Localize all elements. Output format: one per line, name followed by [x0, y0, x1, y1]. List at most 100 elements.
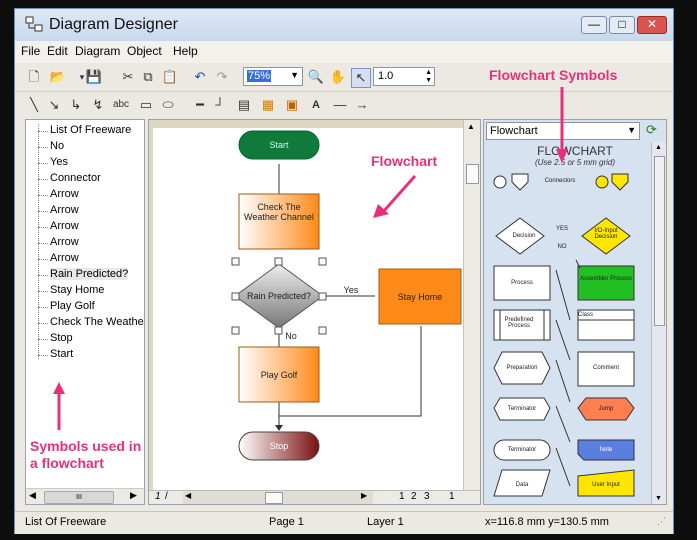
assembler-process-label: Assembler Process — [580, 276, 632, 282]
stop-shape-label[interactable]: Stop — [239, 441, 319, 451]
line-end-icon[interactable]: ┘ — [211, 96, 229, 114]
annotation-symbols-used: Symbols used in a flowchart — [30, 438, 142, 471]
stepper-arrows-icon[interactable]: ▲ ▼ — [425, 69, 432, 85]
yes-symbol-label: YES — [555, 226, 568, 232]
tree-item[interactable]: Check The Weather — [50, 316, 144, 328]
maximize-button[interactable]: □ — [609, 16, 635, 34]
scroll-down-icon[interactable]: ▼ — [655, 495, 662, 502]
redo-icon[interactable]: ↷ — [213, 68, 231, 86]
object-tree: List Of Freeware No Yes Connector Arrow … — [25, 119, 145, 505]
menu-object[interactable]: Object — [127, 44, 162, 58]
annotation-flowchart-symbols: Flowchart Symbols — [489, 67, 618, 83]
hand-icon[interactable]: ✋ — [329, 68, 347, 86]
page-tab-left[interactable]: 1 — [155, 491, 161, 502]
canvas-vertical-scrollbar[interactable]: ▲ — [463, 120, 480, 490]
menu-diagram[interactable]: Diagram — [75, 44, 120, 58]
tree-item[interactable]: Arrow — [50, 252, 79, 264]
tree-item[interactable]: Connector — [50, 172, 101, 184]
palette-subheading: (Use 2.5 or 5 mm grid) — [534, 158, 616, 167]
connector-tool-icon[interactable]: ↳ — [67, 96, 85, 114]
scroll-right-icon[interactable]: ▶ — [130, 490, 137, 501]
page-tab-3[interactable]: 3 — [424, 491, 430, 502]
palette-vertical-scrollbar[interactable]: ▲ ▼ — [651, 142, 666, 504]
arrow-style-icon[interactable]: → — [353, 96, 371, 114]
arrow-line-tool-icon[interactable]: ↘ — [45, 96, 63, 114]
tree-item[interactable]: No — [50, 140, 64, 152]
cut-icon[interactable]: ✂ — [119, 68, 137, 86]
line-width-stepper[interactable]: 1.0 ▲ ▼ — [373, 67, 435, 86]
page-tab-2[interactable]: 2 — [411, 491, 417, 502]
yes-label: Yes — [343, 285, 359, 295]
scroll-left-icon[interactable]: ◀ — [29, 490, 36, 501]
menu-file[interactable]: File — [21, 44, 40, 58]
tree-item[interactable]: Arrow — [50, 236, 79, 248]
decision-label[interactable]: Rain Predicted? — [235, 291, 323, 301]
ellipse-tool-icon[interactable]: ⬭ — [159, 96, 177, 114]
preparation-label: Preparation — [506, 365, 538, 371]
stay-home-label[interactable]: Stay Home — [379, 292, 461, 302]
chevron-down-icon: ▼ — [627, 125, 636, 135]
font-color-icon[interactable]: A — [307, 96, 325, 114]
scroll-thumb[interactable] — [466, 164, 479, 184]
close-button[interactable]: ✕ — [637, 16, 667, 34]
gradient-icon[interactable]: ▣ — [283, 96, 301, 114]
app-icon — [25, 16, 43, 32]
menu-help[interactable]: Help — [173, 44, 198, 58]
open-folder-icon[interactable]: 📂 — [49, 68, 67, 86]
fill-color-icon[interactable]: ▤ — [235, 96, 253, 114]
minimize-button[interactable]: — — [581, 16, 607, 34]
diagram-canvas[interactable]: Start Check The Weather Channel Rain Pre… — [148, 119, 481, 505]
copy-icon[interactable]: ⧉ — [139, 68, 157, 86]
save-icon[interactable]: 💾 — [85, 68, 103, 86]
check-weather-label[interactable]: Check The Weather Channel — [243, 202, 315, 222]
page-tab-1[interactable]: 1 — [399, 491, 405, 502]
bezier-tool-icon[interactable]: ↯ — [89, 96, 107, 114]
tree-item-selected[interactable]: Rain Predicted? — [50, 268, 129, 280]
tree-horizontal-scrollbar[interactable]: ◀ III ▶ — [26, 488, 144, 504]
scroll-thumb[interactable]: III — [44, 491, 114, 504]
paste-icon[interactable]: 📋 — [161, 68, 179, 86]
scroll-up-icon[interactable]: ▲ — [655, 144, 662, 151]
tree-item[interactable]: Arrow — [50, 220, 79, 232]
select-pointer-icon[interactable]: ↖ — [351, 68, 371, 88]
zoom-icon[interactable]: 🔍 — [307, 68, 325, 86]
tab-separator-icon: / — [165, 491, 168, 502]
terminator-label: Terminator — [507, 406, 537, 412]
tree-item[interactable]: Stay Home — [50, 284, 104, 296]
no-symbol-label: NO — [557, 244, 567, 250]
palette-heading: FLOWCHART — [537, 144, 613, 158]
dash-style-icon[interactable]: — — [331, 96, 349, 114]
new-file-icon[interactable]: 🗋 — [25, 68, 43, 86]
drawing-toolbar: ╲ ↘ ↳ ↯ abc ▭ ⬭ ━ ┘ ▤ ▦ ▣ A — → — [15, 92, 673, 118]
tree-item[interactable]: Yes — [50, 156, 68, 168]
text-tool-icon[interactable]: abc — [109, 96, 133, 114]
tree-item[interactable]: Arrow — [50, 188, 79, 200]
data-symbol-label: Data — [515, 482, 529, 488]
tree-item[interactable]: Arrow — [50, 204, 79, 216]
line-color-icon[interactable]: ▦ — [259, 96, 277, 114]
note-label: Note — [599, 447, 613, 453]
scroll-up-icon[interactable]: ▲ — [467, 122, 475, 131]
scroll-thumb[interactable] — [654, 156, 665, 326]
zoom-select[interactable]: 75% ▼ — [243, 67, 303, 86]
tree-item[interactable]: List Of Freeware — [50, 124, 131, 136]
undo-icon[interactable]: ↶ — [191, 68, 209, 86]
tree-item[interactable]: Stop — [50, 332, 73, 344]
play-golf-label[interactable]: Play Golf — [239, 370, 319, 380]
start-shape-label[interactable]: Start — [239, 140, 319, 150]
palette-refresh-icon[interactable]: ⟳ — [646, 122, 657, 138]
menu-edit[interactable]: Edit — [47, 44, 68, 58]
resize-grip-icon[interactable]: ⋰ — [657, 516, 666, 527]
canvas-horizontal-scrollbar[interactable]: ◀ ▶ — [183, 491, 373, 504]
tree-item[interactable]: Play Golf — [50, 300, 95, 312]
rectangle-tool-icon[interactable]: ▭ — [137, 96, 155, 114]
maximize-icon: □ — [618, 17, 626, 31]
page-tab-4[interactable]: 1 — [449, 491, 455, 502]
line-tool-icon[interactable]: ╲ — [25, 96, 43, 114]
scroll-right-icon[interactable]: ▶ — [361, 491, 367, 500]
line-style-icon[interactable]: ━ — [191, 96, 209, 114]
scroll-thumb[interactable] — [265, 492, 283, 504]
scroll-left-icon[interactable]: ◀ — [185, 491, 191, 500]
tree-item[interactable]: Start — [50, 348, 73, 360]
symbol-palette: Flowchart ▼ ⟳ FLOWCHART (Use 2.5 or 5 mm… — [483, 119, 667, 505]
